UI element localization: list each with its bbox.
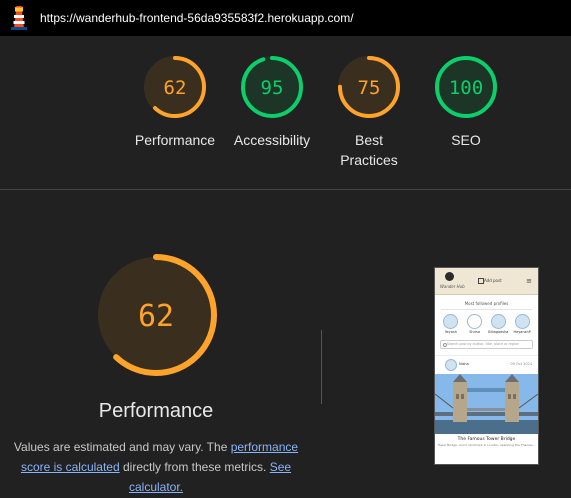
category-gauges: 62 Performance 95 Accessibility 75 Best … bbox=[0, 36, 571, 189]
gauge-ring: 95 bbox=[241, 56, 303, 118]
app-header: Wander Hub Add post ≡ bbox=[435, 268, 538, 295]
tower-bridge-image bbox=[435, 374, 538, 434]
gauge-score: 95 bbox=[261, 77, 284, 99]
post-header: Nisha 09 Oct 2024 bbox=[435, 356, 538, 372]
gauge-label: Accessibility bbox=[233, 132, 311, 148]
gauge-best-practices[interactable]: 75 Best Practices bbox=[319, 54, 419, 170]
followed-profiles: Yeyash Shrisa Billagoosha HeyanshP bbox=[435, 313, 538, 335]
gauge-label: Best Practices bbox=[340, 132, 398, 168]
post-excerpt: Tower Bridge, iconic landmark in London,… bbox=[437, 443, 536, 447]
performance-gauge-large: 62 bbox=[95, 254, 217, 376]
gauge-seo[interactable]: 100 SEO bbox=[416, 54, 516, 150]
most-followed-heading: Most followed profiles bbox=[464, 301, 509, 306]
vertical-divider bbox=[321, 330, 322, 404]
avatar bbox=[445, 359, 457, 371]
desc-text: directly from these metrics. bbox=[119, 460, 270, 474]
post-title: The Famous Tower Bridge bbox=[457, 437, 516, 442]
section-divider bbox=[0, 189, 571, 190]
desc-text: Values are estimated and may vary. The bbox=[13, 440, 231, 454]
search-input: Search post by author, title, place or r… bbox=[440, 340, 533, 349]
gauge-ring: 100 bbox=[435, 56, 497, 118]
profile-item: HeyanshP bbox=[511, 314, 533, 334]
profile-name: Shrisa bbox=[469, 330, 481, 334]
gauge-accessibility[interactable]: 95 Accessibility bbox=[222, 54, 322, 150]
hamburger-menu-icon: ≡ bbox=[526, 277, 532, 285]
gauge-ring: 75 bbox=[338, 56, 400, 118]
add-post-link: Add post bbox=[484, 278, 502, 283]
app-logo-text: Wander Hub bbox=[440, 284, 465, 289]
performance-score: 62 bbox=[138, 299, 174, 334]
profile-name: HeyanshP bbox=[513, 330, 531, 334]
gauge-score: 75 bbox=[358, 77, 381, 99]
performance-title: Performance bbox=[98, 400, 214, 422]
url-bar: https://wanderhub-frontend-56da935583f2.… bbox=[0, 0, 571, 36]
profile-item: Shrisa bbox=[464, 314, 486, 334]
gauge-performance[interactable]: 62 Performance bbox=[125, 54, 225, 150]
avatar bbox=[490, 314, 506, 329]
profile-item: Yeyash bbox=[440, 314, 462, 334]
post-image bbox=[435, 374, 538, 434]
profile-item: Billagoosha bbox=[487, 314, 509, 334]
gauge-score: 62 bbox=[164, 77, 187, 99]
gauge-label: SEO bbox=[451, 132, 481, 148]
lighthouse-icon bbox=[11, 6, 27, 30]
profile-name: Billagoosha bbox=[488, 330, 509, 334]
profile-name: Yeyash bbox=[444, 330, 457, 334]
avatar bbox=[467, 314, 483, 329]
app-logo-icon bbox=[445, 272, 454, 281]
divider bbox=[441, 309, 532, 310]
gauge-score: 100 bbox=[449, 77, 483, 99]
post-date: 09 Oct 2024 bbox=[510, 362, 532, 366]
avatar bbox=[514, 314, 530, 329]
gauge-label: Performance bbox=[134, 132, 216, 148]
page-url[interactable]: https://wanderhub-frontend-56da935583f2.… bbox=[40, 11, 354, 25]
post-author: Nisha bbox=[459, 362, 469, 366]
performance-description: Values are estimated and may vary. The p… bbox=[8, 437, 304, 497]
final-screenshot[interactable]: Wander Hub Add post ≡ Most followed prof… bbox=[434, 267, 539, 465]
gauge-ring: 62 bbox=[144, 56, 206, 118]
post-card: Nisha 09 Oct 2024 The Famous Tower Bridg… bbox=[435, 355, 538, 447]
avatar bbox=[443, 314, 459, 329]
